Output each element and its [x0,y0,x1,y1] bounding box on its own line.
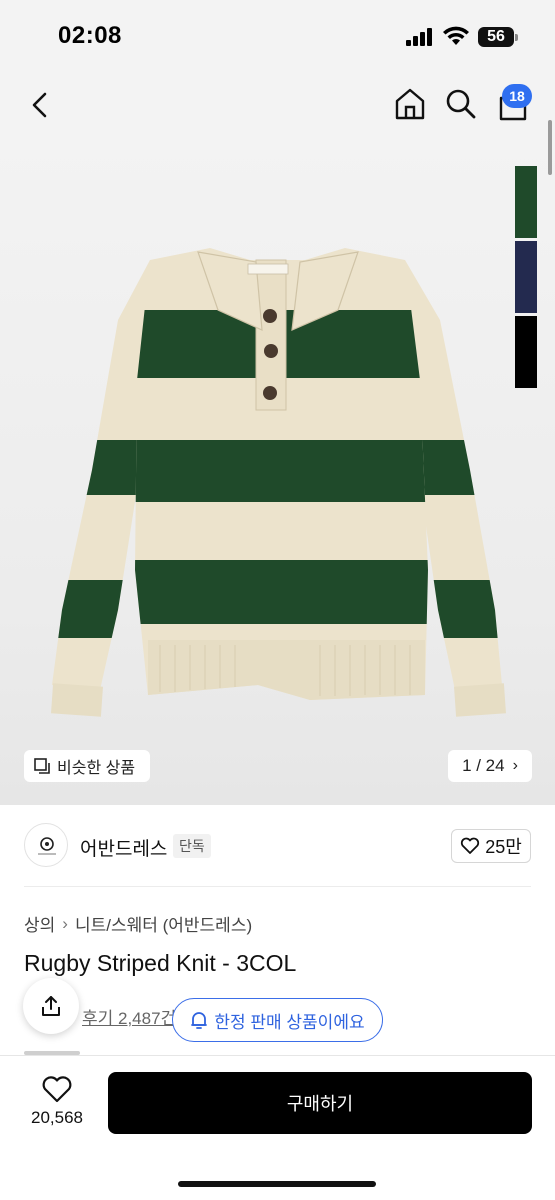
scroll-indicator [548,120,552,175]
wishlist-count: 20,568 [31,1108,83,1127]
home-indicator [178,1181,376,1187]
share-button[interactable] [23,978,79,1034]
top-nav [0,70,555,140]
heart-icon [42,1076,72,1103]
product-image-carousel[interactable] [0,140,555,805]
back-icon[interactable] [26,88,56,122]
search-icon[interactable] [444,87,478,121]
similar-products-label: 비슷한 상품 [57,760,136,777]
divider [24,886,531,887]
color-swatch-green[interactable] [515,166,537,238]
review-link[interactable]: 후기 2,487건 [82,1004,176,1029]
brand-like-count: 25만 [485,837,522,857]
similar-icon [34,757,50,774]
share-icon [42,996,60,1016]
exclusive-tag: 단독 [173,834,211,858]
color-swatch-navy[interactable] [515,241,537,313]
heart-icon [461,837,480,854]
breadcrumb-item-subcategory[interactable]: 니트/스웨터 (어반드레스) [75,911,252,936]
brand-name[interactable]: 어반드레스 [80,834,167,861]
cart-count-badge: 18 [502,84,532,108]
limited-sale-label: 한정 판매 상품이에요 [214,1012,365,1032]
limited-sale-badge[interactable]: 한정 판매 상품이에요 [172,998,383,1042]
page-counter-text: 1 / 24 [462,756,505,775]
breadcrumb-item-category[interactable]: 상의 [24,911,55,936]
color-swatch-black[interactable] [515,316,537,388]
battery-icon: 56 [478,27,518,47]
product-title: Rugby Striped Knit - 3COL [24,950,297,976]
breadcrumb: 상의 › 니트/스웨터 (어반드레스) [24,911,252,936]
home-icon[interactable] [393,86,427,122]
image-page-counter[interactable]: 1 / 24 › [448,750,532,782]
battery-level-text: 56 [487,28,505,45]
brand-like-button[interactable]: 25만 [451,829,531,863]
similar-products-button[interactable]: 비슷한 상품 [24,750,150,782]
chevron-right-icon: › [512,757,518,774]
buy-button[interactable]: 구매하기 [108,1072,532,1134]
status-bar: 02:08 56 [0,0,555,70]
bell-icon [191,1011,208,1029]
brand-logo[interactable] [24,823,68,867]
product-photo-sweater [51,248,506,717]
status-time: 02:08 [58,22,122,49]
signal-icon [406,28,434,46]
wifi-icon [443,26,469,45]
chevron-right-icon: › [62,913,68,933]
